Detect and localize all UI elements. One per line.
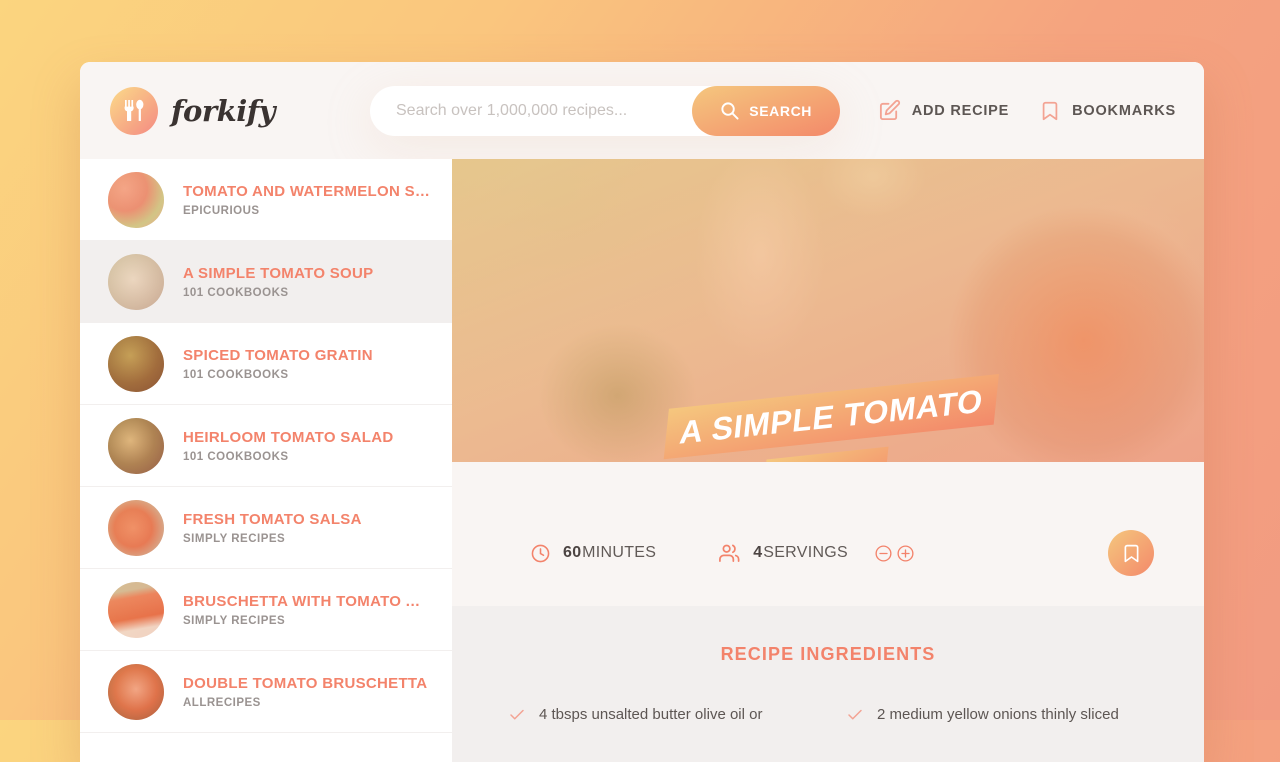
list-item-publisher: 101 COOKBOOKS (183, 450, 289, 463)
search-bar[interactable]: SEARCH (370, 85, 840, 136)
plus-circle-icon (897, 544, 914, 562)
recipe-thumbnail (108, 171, 164, 228)
edit-square-icon (879, 99, 900, 121)
recipe-thumbnail (108, 335, 164, 392)
recipe-thumbnail (108, 499, 164, 556)
cooking-time-value: 60 (563, 544, 582, 561)
recipe-panel: A SIMPLE TOMATO SOUP 60 MINUTES (452, 159, 1204, 762)
servings: 4 SERVINGS (718, 542, 915, 565)
ingredients-heading: RECIPE INGREDIENTS (720, 644, 936, 664)
list-item-publisher: 101 COOKBOOKS (183, 368, 289, 381)
list-item[interactable]: SPICED TOMATO GRATIN 101 COOKBOOKS (80, 323, 452, 405)
logo-text: forkify (171, 93, 276, 128)
list-item-publisher: EPICURIOUS (183, 204, 260, 217)
list-item-publisher: SIMPLY RECIPES (183, 532, 286, 545)
recipe-title-line-2: SOUP (761, 447, 889, 462)
minus-circle-icon (875, 544, 892, 562)
list-item-title: HEIRLOOM TOMATO SALAD (183, 428, 394, 446)
list-item-publisher: 101 COOKBOOKS (183, 286, 289, 299)
list-item[interactable]: TOMATO AND WATERMELON SAL... EPICURIOUS (80, 159, 452, 241)
cooking-time: 60 MINUTES (530, 543, 656, 564)
recipe-details: 60 MINUTES 4 SERVINGS (452, 462, 1204, 606)
main-nav: ADD RECIPE BOOKMARKS (878, 99, 1176, 122)
bookmark-icon (1042, 101, 1058, 120)
fork-spoon-glyph (124, 99, 144, 121)
list-item-title: A SIMPLE TOMATO SOUP (183, 264, 374, 282)
recipe-thumbnail (108, 253, 164, 310)
list-item[interactable]: BRUSCHETTA WITH TOMATO AN... SIMPLY RECI… (80, 569, 452, 651)
app-header: forkify SEARCH ADD RECIPE (80, 62, 1204, 159)
list-item-title: FRESH TOMATO SALSA (183, 510, 362, 528)
search-button[interactable]: SEARCH (692, 85, 840, 136)
servings-unit: SERVINGS (763, 544, 849, 561)
list-item-title: DOUBLE TOMATO BRUSCHETTA (183, 674, 428, 692)
fork-spoon-icon (110, 86, 158, 135)
servings-value: 4 (753, 544, 763, 561)
recipe-thumbnail (108, 417, 164, 474)
list-item[interactable]: DOUBLE TOMATO BRUSCHETTA ALLRECIPES (80, 651, 452, 733)
ingredients-list: 4 tbsps unsalted butter olive oil or 2 m… (508, 705, 1148, 725)
recipe-ingredients: RECIPE INGREDIENTS 4 tbsps unsalted butt… (452, 606, 1204, 762)
increase-servings-button[interactable] (896, 544, 915, 563)
recipe-thumbnail (108, 663, 164, 720)
list-item-title: BRUSCHETTA WITH TOMATO AN... (183, 592, 430, 610)
recipe-thumbnail (108, 581, 164, 638)
recipe-hero: A SIMPLE TOMATO SOUP (452, 159, 1204, 462)
clock-icon (531, 544, 550, 562)
ingredient-text: 2 medium yellow onions thinly sliced (877, 706, 1119, 723)
search-input[interactable] (396, 101, 693, 120)
bookmark-recipe-button[interactable] (1108, 530, 1154, 576)
list-item-title: SPICED TOMATO GRATIN (183, 346, 373, 364)
list-item[interactable]: A SIMPLE TOMATO SOUP 101 COOKBOOKS (80, 241, 452, 323)
ingredient-text: 4 tbsps unsalted butter olive oil or (539, 706, 763, 723)
list-item-title: TOMATO AND WATERMELON SAL... (183, 182, 430, 200)
add-recipe-label: ADD RECIPE (911, 102, 1010, 119)
ingredient-item: 2 medium yellow onions thinly sliced (846, 705, 1148, 725)
app-window: forkify SEARCH ADD RECIPE (80, 62, 1204, 762)
decrease-servings-button[interactable] (874, 544, 893, 563)
check-icon (848, 709, 862, 720)
list-item-publisher: SIMPLY RECIPES (183, 614, 286, 627)
app-body: TOMATO AND WATERMELON SAL... EPICURIOUS … (80, 159, 1204, 762)
list-item-publisher: ALLRECIPES (183, 696, 261, 709)
logo[interactable]: forkify (110, 86, 370, 135)
servings-stepper (874, 544, 915, 563)
search-icon (721, 102, 739, 120)
bookmark-icon (1124, 544, 1138, 562)
add-recipe-button[interactable]: ADD RECIPE (878, 99, 1009, 122)
cooking-time-unit: MINUTES (582, 544, 657, 561)
list-item[interactable]: FRESH TOMATO SALSA SIMPLY RECIPES (80, 487, 452, 569)
bookmarks-label: BOOKMARKS (1072, 102, 1176, 119)
users-icon (719, 544, 740, 562)
ingredient-item: 4 tbsps unsalted butter olive oil or (508, 705, 810, 725)
list-item[interactable]: HEIRLOOM TOMATO SALAD 101 COOKBOOKS (80, 405, 452, 487)
check-icon (510, 709, 524, 720)
search-results-sidebar: TOMATO AND WATERMELON SAL... EPICURIOUS … (80, 159, 452, 762)
search-button-label: SEARCH (749, 102, 812, 119)
bookmarks-button[interactable]: BOOKMARKS (1039, 100, 1176, 122)
